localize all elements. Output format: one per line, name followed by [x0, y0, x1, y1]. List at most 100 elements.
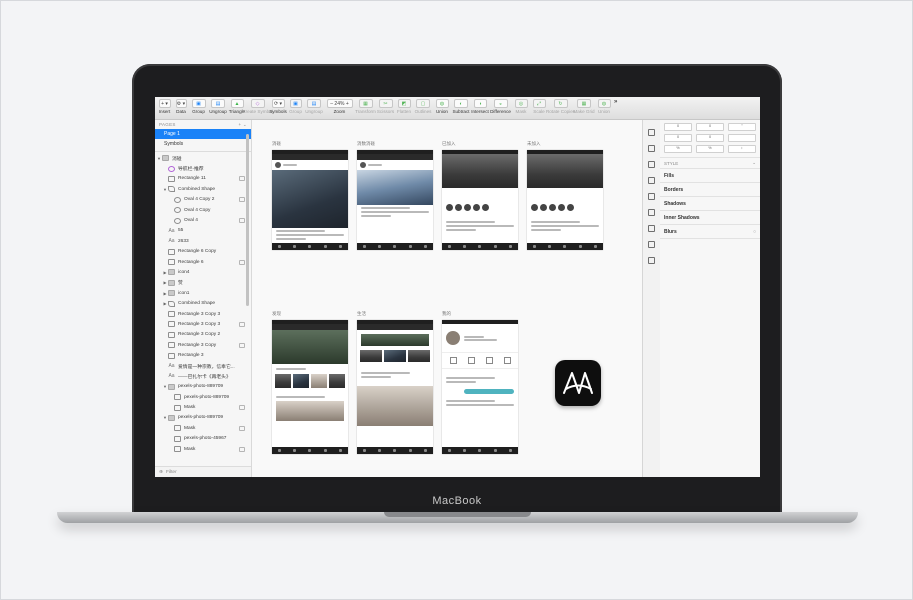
toolbar-group-button[interactable]: ▣ — [191, 99, 206, 108]
artboard-feed2[interactable] — [357, 150, 433, 250]
layer-row[interactable]: ▶ 赞 — [155, 278, 251, 288]
layer-row[interactable]: ▼ pexels-photo-889709 — [155, 382, 251, 392]
layer-visibility-icon[interactable] — [239, 405, 245, 411]
add-page-button[interactable]: + ⌄ — [238, 122, 247, 128]
layer-row[interactable]: Mask — [155, 444, 251, 454]
layer-row[interactable]: Rectangle 3 Copy 3 — [155, 309, 251, 319]
page-item-page-1[interactable]: Page 1 — [155, 129, 251, 139]
layer-row[interactable]: ▼ pexels-photo-889709 — [155, 413, 251, 423]
toolbar-intersect-button[interactable]: ◑ — [473, 99, 487, 108]
canvas[interactable]: 消碰 消数消碰 已加入 未加入发现 生活 我的 — [252, 120, 642, 477]
layer-row[interactable]: ▼ Combined Shape — [155, 184, 251, 194]
geometry-input[interactable]: % — [664, 145, 692, 153]
filter-field[interactable]: ⊕ Filter — [155, 466, 251, 477]
layer-visibility-icon[interactable] — [239, 176, 245, 182]
section-borders[interactable]: Borders — [660, 183, 760, 197]
artboard-label[interactable]: 已加入 — [442, 141, 456, 147]
layer-row[interactable]: Rectangle 3 Copy 3 — [155, 319, 251, 329]
artboard-label[interactable]: 我的 — [442, 311, 451, 317]
grid-icon[interactable] — [648, 225, 655, 232]
toolbar-zoom-button[interactable]: – 24% + — [326, 99, 353, 108]
layer-row[interactable]: ▶ icon4 — [155, 267, 251, 277]
toolbar-insert-button[interactable]: + ▾ — [158, 99, 171, 108]
layer-row[interactable]: Rectangle 3 Copy 2 — [155, 330, 251, 340]
geometry-input[interactable]: ° — [728, 123, 756, 131]
toolbar-subtract-button[interactable]: ◐ — [454, 99, 468, 108]
export-icon[interactable] — [648, 145, 655, 152]
toolbar-ungroup[interactable]: ▤ Ungroup — [209, 97, 227, 117]
layer-row[interactable]: Rectangle 6 — [155, 257, 251, 267]
artboard-label[interactable]: 发现 — [272, 311, 281, 317]
lightning-icon[interactable] — [648, 177, 655, 184]
artboard-feed[interactable] — [272, 150, 348, 250]
toolbar-triangle-button[interactable]: ▲ — [230, 99, 244, 108]
layer-visibility-icon[interactable] — [239, 259, 245, 265]
section-blurs[interactable]: Blurs ○ — [660, 225, 760, 239]
gear-icon[interactable] — [648, 193, 655, 200]
layer-row[interactable]: ▼ 消碰 — [155, 153, 251, 163]
artboard-life[interactable] — [357, 320, 433, 454]
layer-visibility-icon[interactable] — [239, 446, 245, 452]
toolbar-overflow-icon[interactable]: » — [614, 97, 617, 117]
layer-row[interactable]: 导航栏-推荐 — [155, 163, 251, 173]
geometry-input[interactable]: % — [696, 145, 724, 153]
geometry-input[interactable]: ↕ — [728, 145, 756, 153]
toggle-icon[interactable]: ○ — [753, 229, 756, 235]
artboard-label[interactable]: 生活 — [357, 311, 366, 317]
chevron-down-icon[interactable]: ⌄ — [752, 160, 756, 166]
layer-visibility-icon[interactable] — [239, 218, 245, 224]
toolbar-union[interactable]: ◍ Union — [434, 97, 450, 117]
section-shadows[interactable]: Shadows — [660, 197, 760, 211]
layer-row[interactable]: Rectangle 6 Copy — [155, 247, 251, 257]
artboard-label[interactable]: 未加入 — [527, 141, 541, 147]
layer-row[interactable]: Oval 4 Copy 2 — [155, 195, 251, 205]
layer-row[interactable]: Rectangle 3 Copy — [155, 340, 251, 350]
layer-row[interactable]: Oval 4 — [155, 215, 251, 225]
layer-row[interactable]: Aa 爱情是一种宗教，信奉它... — [155, 361, 251, 371]
layer-row[interactable]: pexels-photo-889709 — [155, 392, 251, 402]
toolbar-subtract[interactable]: ◐ Subtract — [452, 97, 470, 117]
layout-icon[interactable] — [648, 209, 655, 216]
layer-row[interactable]: pexels-photo-45967 — [155, 434, 251, 444]
layer-row[interactable]: Aa 55 — [155, 226, 251, 236]
resize-icon[interactable] — [648, 241, 655, 248]
artboard-label[interactable]: 消碰 — [272, 141, 281, 147]
geometry-input[interactable]: 0 — [696, 134, 724, 142]
section-inner-shadows[interactable]: Inner Shadows — [660, 211, 760, 225]
geometry-input[interactable] — [728, 134, 756, 142]
artboard-profile[interactable] — [442, 320, 518, 454]
artboard-label[interactable]: 消数消碰 — [357, 141, 375, 147]
artboard-group[interactable] — [442, 150, 518, 250]
toolbar-symbols[interactable]: ⟳ ▾ Symbols — [269, 97, 287, 117]
layer-visibility-icon[interactable] — [239, 197, 245, 203]
layer-visibility-icon[interactable] — [239, 321, 245, 327]
toolbar-union-button[interactable]: ◍ — [435, 99, 449, 108]
toolbar-triangle[interactable]: ▲ Triangle — [229, 97, 245, 117]
toolbar-data[interactable]: ⚙ ▾ Data — [174, 97, 188, 117]
page-item-symbols[interactable]: Symbols — [155, 139, 251, 149]
layer-row[interactable]: ▶ Combined Shape — [155, 298, 251, 308]
share-icon[interactable] — [648, 257, 655, 264]
toolbar-group[interactable]: ▣ Group — [190, 97, 207, 117]
geometry-input[interactable]: 0 — [696, 123, 724, 131]
layer-visibility-icon[interactable] — [239, 342, 245, 348]
toolbar-difference-button[interactable]: ◒ — [493, 99, 508, 108]
align-icon[interactable] — [648, 129, 655, 136]
layer-row[interactable]: Rectangle 11 — [155, 174, 251, 184]
layer-row[interactable]: Aa 2633 — [155, 236, 251, 246]
layers-scrollbar[interactable] — [246, 134, 249, 306]
layer-row[interactable]: Oval 4 Copy — [155, 205, 251, 215]
layer-row[interactable]: Rectangle 3 — [155, 350, 251, 360]
toolbar-difference[interactable]: ◒ Difference — [490, 97, 511, 117]
layer-row[interactable]: ▶ icon1 — [155, 288, 251, 298]
geometry-input[interactable]: 0 — [664, 123, 692, 131]
geometry-input[interactable]: 0 — [664, 134, 692, 142]
layer-row[interactable]: Mask — [155, 402, 251, 412]
artboard-group[interactable] — [527, 150, 603, 250]
play-icon[interactable] — [648, 161, 655, 168]
layer-row[interactable]: Mask — [155, 423, 251, 433]
toolbar-zoom[interactable]: – 24% + Zoom — [325, 97, 354, 117]
toolbar-ungroup-button[interactable]: ▤ — [211, 99, 225, 108]
artboard-discover[interactable] — [272, 320, 348, 454]
section-fills[interactable]: Fills — [660, 169, 760, 183]
